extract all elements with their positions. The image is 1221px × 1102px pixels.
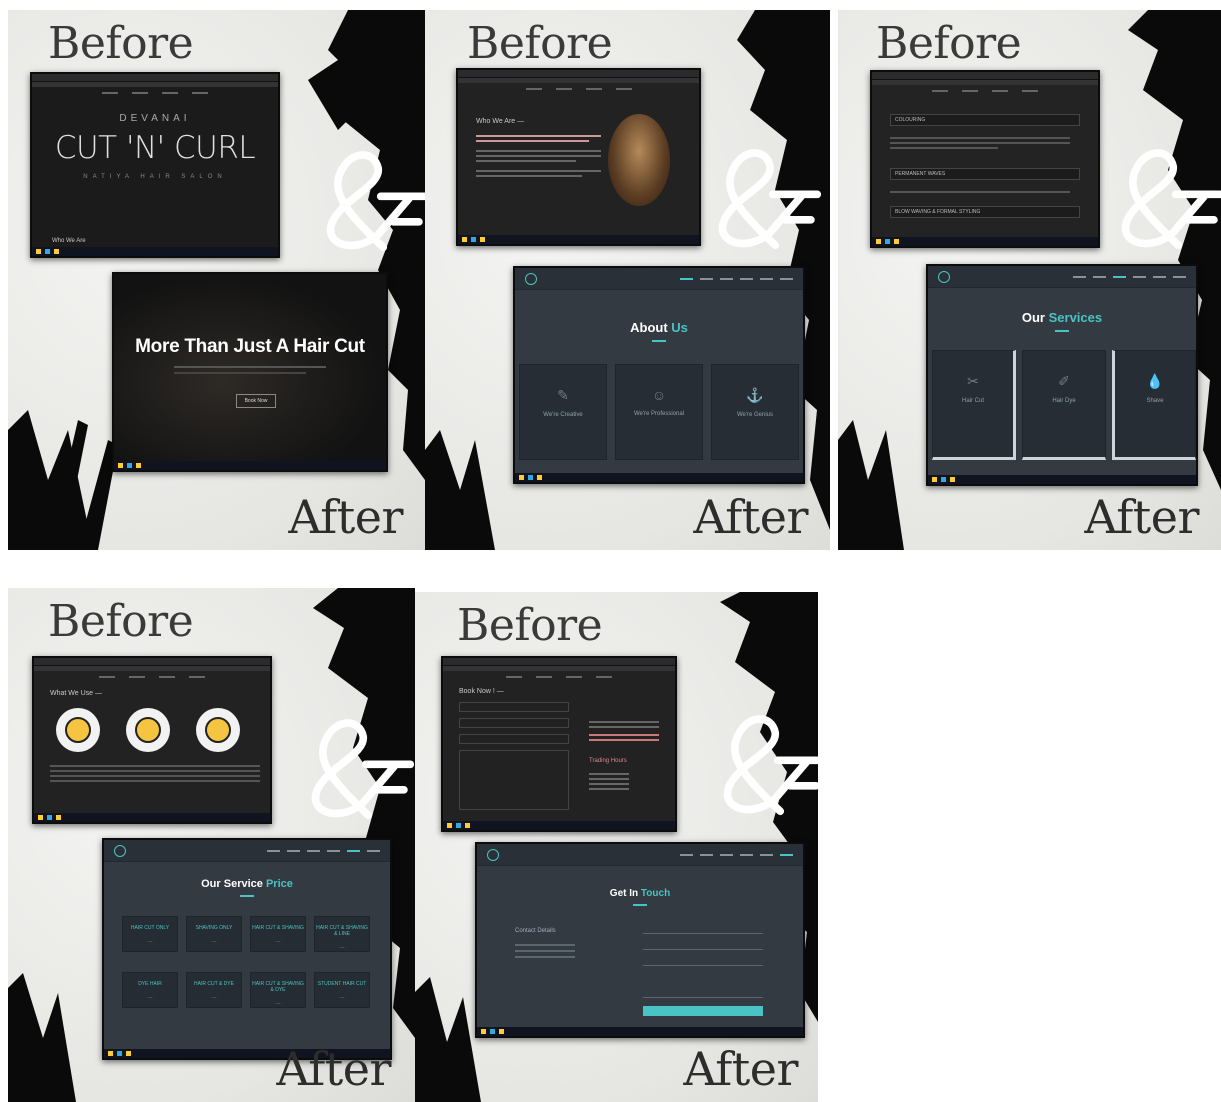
after-screenshot: Our Service Price HAIR CUT ONLY — SHAVING… xyxy=(102,838,392,1060)
before-screenshot: Who We Are — xyxy=(456,68,701,246)
contact-phone-input[interactable] xyxy=(643,956,763,966)
after-label: After xyxy=(683,1042,798,1096)
trading-hours: Trading Hours xyxy=(589,758,627,764)
product-image xyxy=(126,708,170,752)
before-screenshot: DEVANAI CUT 'N' CURL NATIYA HAIR SALON W… xyxy=(30,72,280,258)
ampersand-icon xyxy=(723,715,818,816)
site-main-title: CUT 'N' CURL xyxy=(54,130,256,166)
ampersand-icon xyxy=(718,149,822,250)
service-tile: ✂ Hair Cut xyxy=(932,350,1016,460)
contact-email-input[interactable] xyxy=(643,940,763,950)
product-image xyxy=(196,708,240,752)
logo-icon xyxy=(487,848,499,861)
after-screenshot: Get In Touch Contact Details xyxy=(475,842,805,1038)
after-screenshot: More Than Just A Hair Cut Book Now xyxy=(112,272,388,472)
contact-details-heading: Contact Details xyxy=(515,928,556,934)
section-heading: What We Use — xyxy=(50,690,102,697)
product-image xyxy=(56,708,100,752)
contact-name-input[interactable] xyxy=(643,924,763,934)
section-heading: Who We Are — xyxy=(476,118,525,125)
collage-panel-3: Before COLOURING PERMANENT WAVES BLOW WA… xyxy=(838,10,1221,550)
ampersand-icon xyxy=(1121,149,1221,250)
feature-tile: ⚓ We're Genius xyxy=(711,364,799,460)
price-title: Our Service Price xyxy=(104,878,390,897)
price-card: HAIR CUT & SHAVING & LINE — xyxy=(314,916,370,952)
site-footer-text: Who We Are xyxy=(52,238,86,244)
send-button[interactable] xyxy=(643,1006,763,1016)
before-label: Before xyxy=(467,18,613,69)
feature-tile: ☺ We're Professional xyxy=(615,364,703,460)
before-screenshot: Book Now ! — Trading Hours xyxy=(441,656,677,832)
price-card: HAIR CUT & SHAVING — xyxy=(250,916,306,952)
price-card: STUDENT HAIR CUT — xyxy=(314,972,370,1008)
after-screenshot: Our Services ✂ Hair Cut ✐ Hair Dye 💧 Shave xyxy=(926,264,1198,486)
before-label: Before xyxy=(457,600,603,651)
salon-photo xyxy=(608,114,670,206)
logo-icon xyxy=(938,270,950,283)
service-tile: 💧 Shave xyxy=(1112,350,1196,460)
accordion-row[interactable]: BLOW WAVING & FORMAL STYLING xyxy=(890,206,1080,218)
service-tile: ✐ Hair Dye xyxy=(1022,350,1106,460)
before-screenshot: COLOURING PERMANENT WAVES BLOW WAVING & … xyxy=(870,70,1100,248)
after-label: After xyxy=(693,490,808,544)
services-title: Our Services xyxy=(928,310,1196,332)
ampersand-icon xyxy=(311,719,415,820)
price-card: HAIR CUT ONLY — xyxy=(122,916,178,952)
name-field[interactable] xyxy=(459,702,569,712)
email-field[interactable] xyxy=(459,718,569,728)
accordion-row[interactable]: COLOURING xyxy=(890,114,1080,126)
before-label: Before xyxy=(876,18,1022,69)
after-label: After xyxy=(1084,490,1199,544)
logo-icon xyxy=(525,272,537,285)
feature-tile: ✎ We're Creative xyxy=(519,364,607,460)
price-card: HAIR CUT & SHAVING & DYE — xyxy=(250,972,306,1008)
collage-panel-2: Before Who We Are — About Us ✎ We're Crea… xyxy=(425,10,830,550)
phone-field[interactable] xyxy=(459,734,569,744)
after-label: After xyxy=(276,1042,391,1096)
after-screenshot: About Us ✎ We're Creative ☺ We're Professi… xyxy=(513,266,805,484)
message-field[interactable] xyxy=(459,750,569,810)
about-title: About Us xyxy=(515,320,803,342)
collage-panel-4: Before What We Use — Our Service Price H… xyxy=(8,588,415,1102)
book-now-button[interactable]: Book Now xyxy=(236,394,276,408)
hero-headline: More Than Just A Hair Cut xyxy=(135,336,365,357)
site-tagline: NATIYA HAIR SALON xyxy=(83,174,227,180)
ampersand-icon xyxy=(326,151,425,252)
accordion-row[interactable]: PERMANENT WAVES xyxy=(890,168,1080,180)
section-heading: Book Now ! — xyxy=(459,688,504,695)
contact-title: Get In Touch xyxy=(477,888,803,906)
price-card: SHAVING ONLY — xyxy=(186,916,242,952)
collage-panel-1: Before DEVANAI CUT 'N' CURL NATIYA HAIR … xyxy=(8,10,425,550)
collage-panel-5: Before Book Now ! — Trading Hours Get In… xyxy=(415,592,818,1102)
before-screenshot: What We Use — xyxy=(32,656,272,824)
price-card: HAIR CUT & DYE — xyxy=(186,972,242,1008)
before-label: Before xyxy=(48,596,194,647)
price-card: DYE HAIR — xyxy=(122,972,178,1008)
logo-icon xyxy=(114,844,126,857)
before-label: Before xyxy=(48,18,194,69)
site-small-title: DEVANAI xyxy=(119,113,191,124)
after-label: After xyxy=(288,490,403,544)
contact-message-input[interactable] xyxy=(643,972,763,998)
